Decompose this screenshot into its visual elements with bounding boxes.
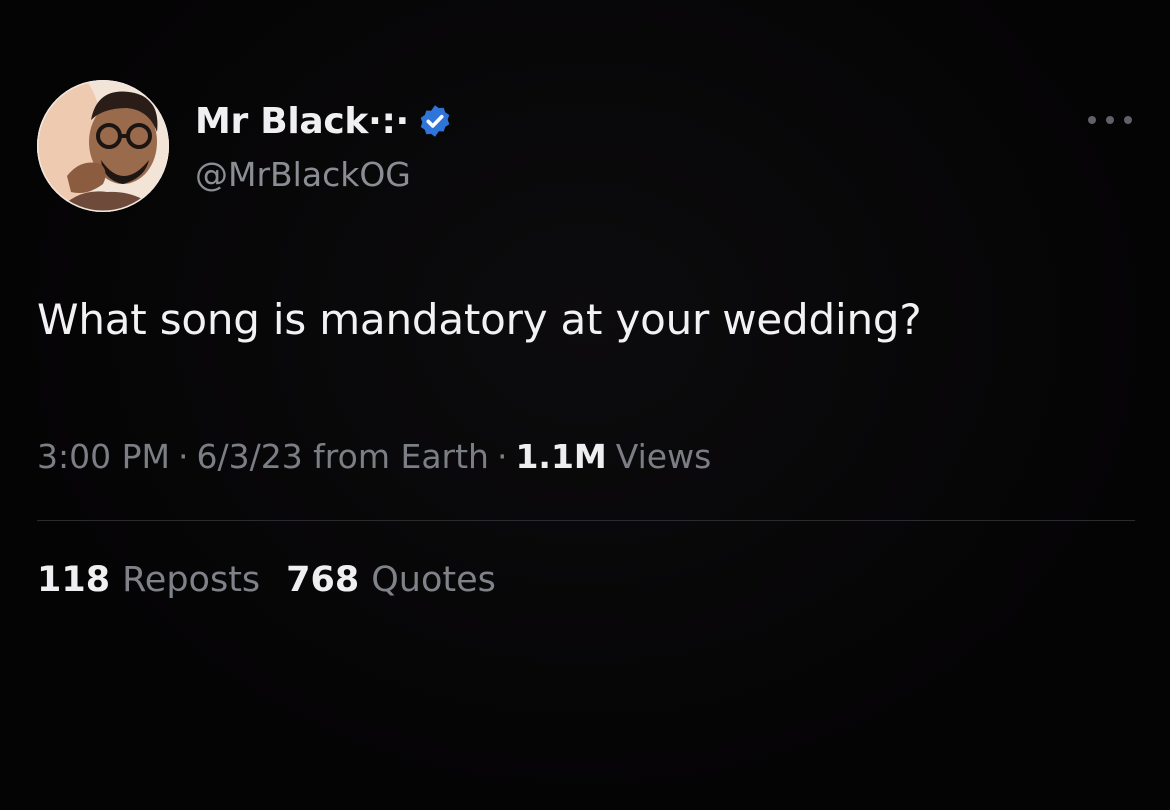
- reposts-count[interactable]: 118: [37, 560, 110, 600]
- tweet-time[interactable]: 3:00 PM: [37, 437, 170, 476]
- tweet-stats: 118 Reposts 768 Quotes: [37, 560, 522, 600]
- more-horizontal-icon[interactable]: [1088, 112, 1132, 128]
- quotes-label[interactable]: Quotes: [371, 560, 496, 600]
- verified-badge-icon: [420, 105, 450, 137]
- divider: [37, 520, 1135, 521]
- quotes-count[interactable]: 768: [286, 560, 359, 600]
- views-count: 1.1M: [515, 437, 607, 476]
- more-dot: [1088, 116, 1096, 124]
- more-dot: [1124, 116, 1132, 124]
- author-handle[interactable]: @MrBlackOG: [195, 155, 411, 194]
- author-name-row[interactable]: Mr Black·:·: [195, 98, 453, 144]
- more-dot: [1106, 116, 1114, 124]
- reposts-label[interactable]: Reposts: [122, 560, 260, 600]
- avatar[interactable]: [37, 80, 169, 212]
- tweet-text: What song is mandatory at your wedding?: [37, 295, 922, 344]
- tweet-card: Mr Black·:· @MrBlackOG What song is mand…: [0, 0, 1170, 810]
- display-name[interactable]: Mr Black·:·: [195, 101, 409, 142]
- tweet-meta: 3:00 PM · 6/3/23 from Earth · 1.1M Views: [37, 437, 711, 476]
- meta-separator: ·: [496, 437, 508, 476]
- views-label: Views: [615, 437, 712, 476]
- meta-separator: ·: [177, 437, 189, 476]
- tweet-date[interactable]: 6/3/23 from Earth: [196, 437, 489, 476]
- avatar-image: [37, 80, 169, 212]
